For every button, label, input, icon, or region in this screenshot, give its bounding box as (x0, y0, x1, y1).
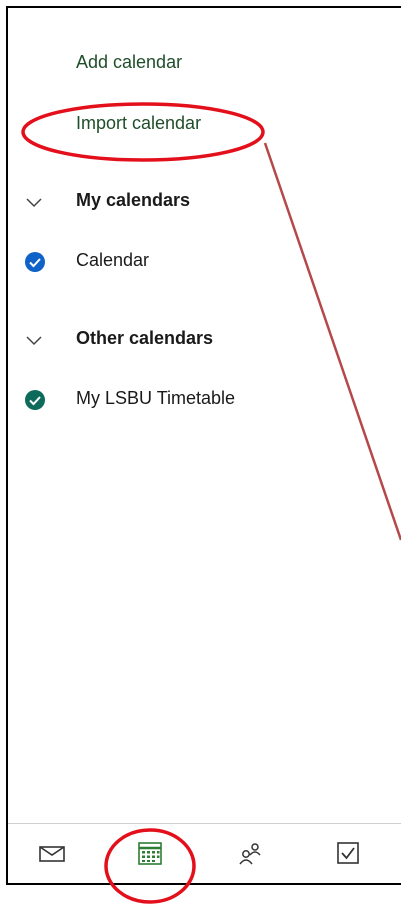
mail-nav-button[interactable] (34, 838, 70, 868)
calendar-sidebar: Add calendar Import calendar My calendar… (6, 6, 401, 885)
add-calendar-link[interactable]: Add calendar (76, 52, 182, 73)
mail-icon (39, 846, 65, 862)
chevron-down-icon (26, 336, 42, 346)
checkmark-circle-icon (25, 252, 45, 272)
other-calendars-section-toggle[interactable]: Other calendars (8, 326, 388, 356)
my-calendars-heading: My calendars (76, 190, 191, 210)
chevron-down-icon (26, 198, 42, 208)
todo-icon (337, 842, 359, 864)
people-nav-button[interactable] (232, 838, 268, 868)
calendar-icon (138, 842, 162, 865)
bottom-nav-bar (8, 823, 401, 885)
calendar-item-calendar[interactable]: Calendar (8, 248, 388, 278)
todo-nav-button[interactable] (330, 838, 366, 868)
calendar-item-lsbu-timetable[interactable]: My LSBU Timetable (8, 386, 388, 416)
calendar-nav-button[interactable] (132, 838, 168, 868)
calendar-item-label: My LSBU Timetable (76, 388, 236, 408)
import-calendar-link[interactable]: Import calendar (76, 113, 201, 134)
people-icon (239, 843, 261, 865)
my-calendars-section-toggle[interactable]: My calendars (8, 188, 388, 218)
checkmark-circle-icon (25, 390, 45, 410)
calendar-item-label: Calendar (76, 250, 150, 270)
other-calendars-heading: Other calendars (76, 328, 214, 348)
